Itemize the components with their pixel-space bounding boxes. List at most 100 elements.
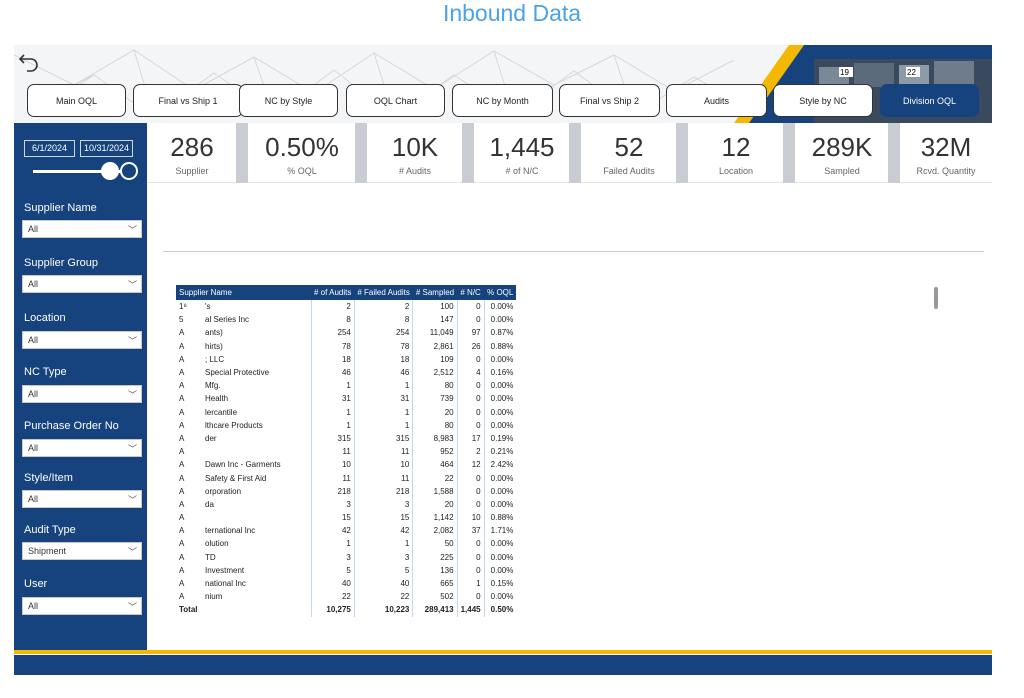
- table-row[interactable]: Anium 22 22 502 0 0.00%: [176, 590, 516, 604]
- table-cell: 0.00%: [490, 354, 514, 364]
- audit-type-dropdown[interactable]: Shipment ﹀: [22, 542, 142, 560]
- supplier-name-prefix: A: [179, 473, 185, 483]
- nc-type-dropdown[interactable]: All ﹀: [22, 385, 142, 403]
- table-cell: 0: [457, 352, 485, 366]
- table-row[interactable]: Aolution 1 1 50 0 0.00%: [176, 537, 516, 551]
- filter-label-nc-type: NC Type: [24, 366, 67, 378]
- table-cell: 11: [354, 445, 414, 459]
- table-row[interactable]: Aants) 254 254 11,049 97 0.87%: [176, 326, 516, 340]
- purchase-order-dropdown[interactable]: All ﹀: [22, 439, 142, 457]
- supplier-name-suffix: Dawn Inc - Garments: [205, 460, 281, 470]
- supplier-name-cell: A Health: [176, 392, 312, 406]
- col-sampled[interactable]: # Sampled: [412, 285, 458, 300]
- table-cell: 0.00%: [490, 592, 514, 602]
- table-cell: 20: [412, 497, 458, 511]
- table-cell: 4: [457, 365, 485, 380]
- table-cell: 0: [457, 300, 485, 314]
- table-cell: 46: [354, 365, 414, 380]
- location-value: All: [28, 335, 39, 345]
- table-row[interactable]: Althcare Products 1 1 80 0 0.00%: [176, 418, 516, 432]
- table-cell: 0.00%: [490, 407, 514, 417]
- table-cell: 2.42%: [490, 460, 514, 470]
- table-row[interactable]: Aorporation 218 218 1,588 0 0.00%: [176, 484, 516, 498]
- table-row[interactable]: A 15 15 1,142 10 0.88%: [176, 511, 516, 525]
- supplier-group-dropdown[interactable]: All ﹀: [22, 275, 142, 293]
- col-audits[interactable]: # of Audits: [311, 285, 355, 300]
- back-arrow-icon[interactable]: [18, 50, 40, 72]
- table-row[interactable]: A 11 11 952 2 0.21%: [176, 445, 516, 459]
- supplier-name-suffix: Safety & First Aid: [205, 473, 267, 483]
- table-cell: 0.00%: [490, 420, 514, 430]
- footer-navy-bar: [14, 655, 992, 675]
- col-failed-audits[interactable]: # Failed Audits: [354, 285, 413, 300]
- table-row[interactable]: Alercantile 1 1 20 0 0.00%: [176, 405, 516, 419]
- table-cell: 42: [354, 524, 414, 538]
- start-date-input[interactable]: 6/1/2024: [24, 140, 75, 157]
- nav-division-oql-button[interactable]: Division OQL: [880, 84, 979, 117]
- table-cell: 0: [457, 379, 485, 393]
- table-cell: 40: [311, 576, 355, 591]
- table-row[interactable]: A TD 3 3 225 0 0.00%: [176, 550, 516, 564]
- nav-oql-chart-button[interactable]: OQL Chart: [346, 84, 445, 117]
- table-cell: 0.16%: [490, 368, 514, 378]
- nav-main-oql-button[interactable]: Main OQL: [27, 84, 126, 117]
- supplier-name-dropdown[interactable]: All ﹀: [22, 220, 142, 238]
- supplier-name-cell: Althcare Products: [176, 418, 312, 432]
- user-dropdown[interactable]: All ﹀: [22, 597, 142, 615]
- nav-final-vs-ship-1-button[interactable]: Final vs Ship 1: [133, 84, 243, 117]
- table-row[interactable]: A Safety & First Aid 11 11 22 0 0.00%: [176, 471, 516, 485]
- table-cell: 15: [311, 511, 355, 525]
- table-cell: 0.00%: [490, 394, 514, 404]
- date-slider-start-handle[interactable]: [101, 162, 119, 180]
- table-row[interactable]: Ada 3 3 20 0 0.00%: [176, 497, 516, 511]
- table-cell: 22: [311, 590, 355, 604]
- supplier-name-cell: A Dawn Inc - Garments: [176, 458, 312, 472]
- table-cell: 2: [311, 300, 355, 314]
- nav-final-vs-ship-2-button[interactable]: Final vs Ship 2: [559, 84, 660, 117]
- kpi-divider: [462, 123, 474, 183]
- kpi-label: Sampled: [824, 166, 860, 176]
- badge-22: 22: [907, 68, 916, 77]
- table-cell: 0: [457, 392, 485, 406]
- nav-style-by-nc-button[interactable]: Style by NC: [773, 84, 873, 117]
- nav-nc-by-month-button[interactable]: NC by Month: [452, 84, 553, 117]
- table-row[interactable]: Aternational Inc 42 42 2,082 37 1.71%: [176, 524, 516, 538]
- table-row[interactable]: Ader 315 315 8,983 17 0.19%: [176, 431, 516, 446]
- table-cell: 3: [354, 550, 414, 564]
- table-row[interactable]: Anational Inc 40 40 665 1 0.15%: [176, 576, 516, 591]
- table-row[interactable]: A Investment 5 5 136 0 0.00%: [176, 563, 516, 577]
- table-cell: 8: [311, 313, 355, 327]
- table-cell: 0.15%: [490, 579, 514, 589]
- kpi-received-quantity-card: 32M Rcvd. Quantity: [900, 123, 992, 183]
- col-nc[interactable]: # N/C: [457, 285, 485, 300]
- table-cell: 0.88%: [490, 341, 514, 351]
- table-row[interactable]: A Special Protective 46 46 2,512 4 0.16%: [176, 365, 516, 380]
- table-cell: 1: [311, 418, 355, 432]
- kpi-divider: [888, 123, 900, 183]
- nav-nc-by-style-button[interactable]: NC by Style: [239, 84, 338, 117]
- table-row[interactable]: A Dawn Inc - Garments 10 10 464 12 2.42%: [176, 458, 516, 472]
- table-cell: 1: [354, 418, 414, 432]
- col-supplier-name[interactable]: Supplier Name: [176, 285, 311, 300]
- nav-audits-button[interactable]: Audits: [666, 84, 767, 117]
- supplier-name-prefix: A: [179, 565, 185, 575]
- table-cell: 0.00%: [490, 565, 514, 575]
- date-slider-end-handle[interactable]: [120, 162, 138, 180]
- table-row[interactable]: Ahirts) 78 78 2,861 26 0.88%: [176, 339, 516, 353]
- supplier-oql-table: Supplier Name # of Audits # Failed Audit…: [176, 285, 517, 617]
- col-oql[interactable]: % OQL: [484, 285, 517, 300]
- table-row[interactable]: A; LLC 18 18 109 0 0.00%: [176, 352, 516, 366]
- table-row[interactable]: 5 al Series Inc 8 8 147 0 0.00%: [176, 313, 516, 327]
- table-cell: 8: [354, 313, 414, 327]
- chevron-down-icon: ﹀: [127, 444, 137, 454]
- table-scrollbar[interactable]: [934, 287, 938, 309]
- kpi-sampled-card: 289K Sampled: [795, 123, 889, 183]
- table-row[interactable]: A Mfg. 1 1 80 0 0.00%: [176, 379, 516, 393]
- location-dropdown[interactable]: All ﹀: [22, 331, 142, 349]
- end-date-input[interactable]: 10/31/2024: [80, 140, 133, 157]
- table-cell: 42: [311, 524, 355, 538]
- style-item-dropdown[interactable]: All ﹀: [22, 490, 142, 508]
- supplier-name-suffix: Investment: [205, 565, 245, 575]
- table-row[interactable]: 1⁸'s 2 2 100 0 0.00%: [176, 300, 516, 314]
- table-row[interactable]: A Health 31 31 739 0 0.00%: [176, 392, 516, 406]
